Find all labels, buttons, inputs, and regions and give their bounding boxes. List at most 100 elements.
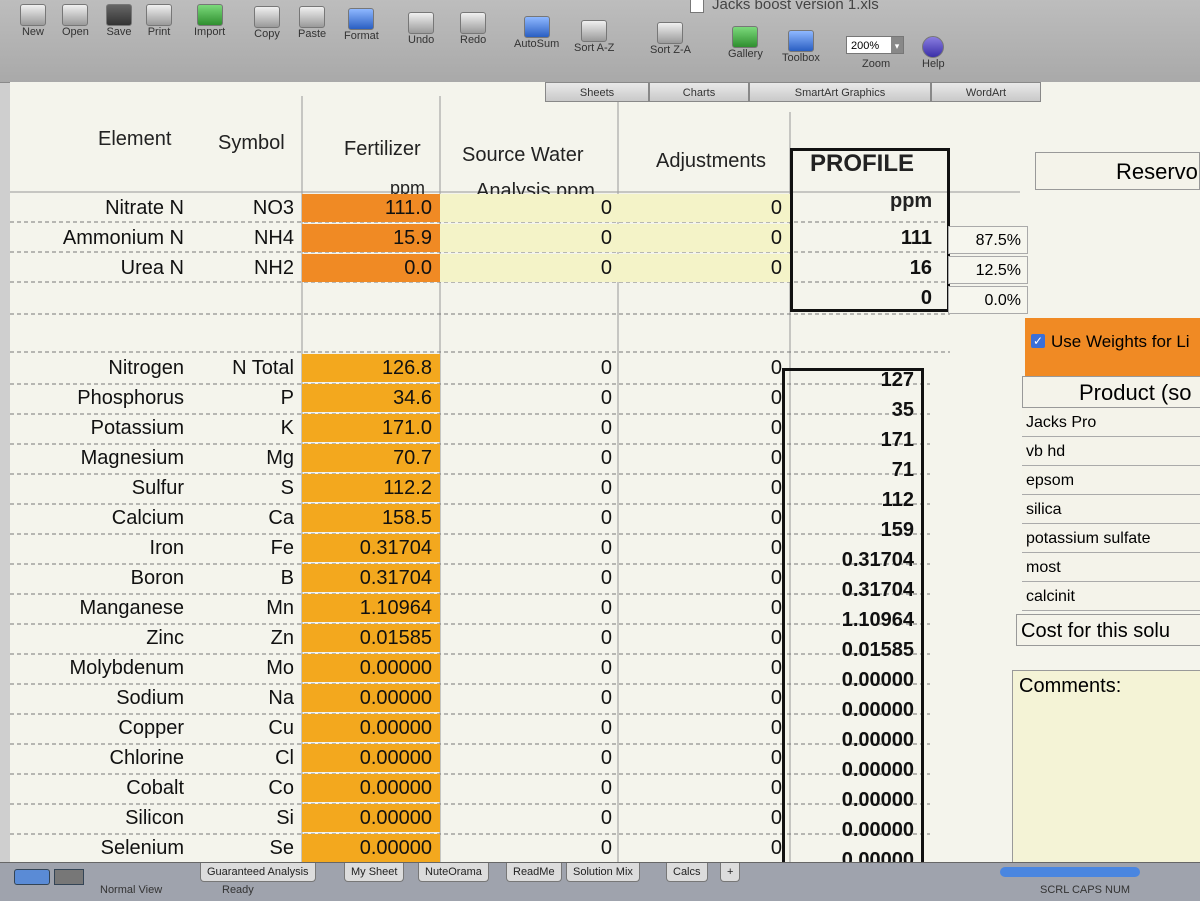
element-symbol[interactable]: Mn — [190, 594, 300, 622]
profile-ppm-cell[interactable]: 0 — [790, 284, 940, 312]
source-water-cell[interactable]: 0 — [440, 834, 618, 862]
fertilizer-ppm-cell[interactable]: 0.00000 — [302, 714, 440, 742]
fertilizer-ppm-cell[interactable]: 126.8 — [302, 354, 440, 382]
sort-az-button[interactable]: Sort A-Z — [574, 20, 614, 54]
adjustment-cell[interactable]: 0 — [618, 474, 790, 502]
page-layout-icon[interactable] — [54, 869, 84, 885]
paste-button[interactable]: Paste — [298, 6, 326, 40]
adjustment-cell[interactable]: 0 — [618, 224, 790, 252]
element-name[interactable]: Silicon — [10, 804, 190, 832]
fertilizer-ppm-cell[interactable]: 0.00000 — [302, 744, 440, 772]
element-symbol[interactable]: P — [190, 384, 300, 412]
adjustment-cell[interactable]: 0 — [618, 534, 790, 562]
percent-cell[interactable]: 87.5% — [948, 226, 1028, 254]
source-water-cell[interactable]: 0 — [440, 594, 618, 622]
adjustment-cell[interactable]: 0 — [618, 744, 790, 772]
fertilizer-ppm-cell[interactable]: 1.10964 — [302, 594, 440, 622]
element-name[interactable]: Boron — [10, 564, 190, 592]
profile-ppm-cell[interactable]: 0.31704 — [782, 546, 922, 574]
profile-ppm-cell[interactable]: 0.00000 — [782, 816, 922, 844]
source-water-cell[interactable]: 0 — [440, 744, 618, 772]
source-water-cell[interactable]: 0 — [440, 564, 618, 592]
element-name[interactable]: Calcium — [10, 504, 190, 532]
zoom-select[interactable]: 200% ▾ — [846, 36, 904, 54]
profile-ppm-cell[interactable]: 0.31704 — [782, 576, 922, 604]
import-button[interactable]: Import — [194, 4, 225, 38]
element-name[interactable]: Zinc — [10, 624, 190, 652]
adjustment-cell[interactable]: 0 — [618, 564, 790, 592]
adjustment-cell[interactable]: 0 — [618, 774, 790, 802]
fertilizer-ppm-cell[interactable]: 111.0 — [302, 194, 440, 222]
sheet-tab[interactable]: NuteOrama — [418, 863, 489, 882]
adjustment-cell[interactable]: 0 — [618, 414, 790, 442]
checkbox-icon[interactable]: ✓ — [1031, 334, 1045, 348]
adjustment-cell[interactable]: 0 — [618, 504, 790, 532]
element-name[interactable]: Magnesium — [10, 444, 190, 472]
profile-ppm-cell[interactable]: 71 — [782, 456, 922, 484]
profile-ppm-cell[interactable]: 0.00000 — [782, 756, 922, 784]
element-symbol[interactable]: B — [190, 564, 300, 592]
percent-cell[interactable]: 12.5% — [948, 256, 1028, 284]
element-name[interactable]: Chlorine — [10, 744, 190, 772]
element-name[interactable]: Iron — [10, 534, 190, 562]
source-water-cell[interactable]: 0 — [440, 804, 618, 832]
profile-ppm-cell[interactable]: 1.10964 — [782, 606, 922, 634]
save-button[interactable]: Save — [106, 4, 132, 38]
horizontal-scrollbar[interactable] — [1000, 867, 1140, 877]
fertilizer-ppm-cell[interactable]: 0.01585 — [302, 624, 440, 652]
sheet-tab[interactable]: + — [720, 863, 741, 882]
fertilizer-ppm-cell[interactable]: 15.9 — [302, 224, 440, 252]
adjustment-cell[interactable]: 0 — [618, 194, 790, 222]
fertilizer-ppm-cell[interactable]: 0.00000 — [302, 774, 440, 802]
element-name[interactable]: Ammonium N — [10, 224, 190, 252]
fertilizer-ppm-cell[interactable]: 0.00000 — [302, 684, 440, 712]
adjustment-cell[interactable]: 0 — [618, 254, 790, 282]
sheet-tab[interactable]: Calcs — [666, 863, 708, 882]
element-symbol[interactable]: NO3 — [190, 194, 300, 222]
element-name[interactable]: Selenium — [10, 834, 190, 862]
source-water-cell[interactable]: 0 — [440, 714, 618, 742]
sheet-tab[interactable]: Guaranteed Analysis — [200, 863, 316, 882]
profile-ppm-cell[interactable]: 0.00000 — [782, 726, 922, 754]
element-symbol[interactable]: Fe — [190, 534, 300, 562]
sort-za-button[interactable]: Sort Z-A — [650, 22, 691, 56]
element-symbol[interactable]: Mo — [190, 654, 300, 682]
fertilizer-ppm-cell[interactable]: 0.00000 — [302, 804, 440, 832]
element-symbol[interactable]: Ca — [190, 504, 300, 532]
element-name[interactable]: Sodium — [10, 684, 190, 712]
adjustment-cell[interactable]: 0 — [618, 444, 790, 472]
element-symbol[interactable]: Cu — [190, 714, 300, 742]
source-water-cell[interactable]: 0 — [440, 254, 618, 282]
element-name[interactable]: Nitrogen — [10, 354, 190, 382]
profile-ppm-cell[interactable]: 0.00000 — [782, 786, 922, 814]
adjustment-cell[interactable]: 0 — [618, 594, 790, 622]
product-item[interactable]: calcinit — [1022, 582, 1200, 611]
element-name[interactable]: Sulfur — [10, 474, 190, 502]
profile-ppm-cell[interactable]: 0.01585 — [782, 636, 922, 664]
element-symbol[interactable]: N Total — [190, 354, 300, 382]
element-symbol[interactable]: S — [190, 474, 300, 502]
profile-ppm-cell[interactable]: 0.00000 — [782, 666, 922, 694]
sheet-tab[interactable]: ReadMe — [506, 863, 562, 882]
product-item[interactable]: potassium sulfate — [1022, 524, 1200, 553]
profile-ppm-cell[interactable]: 0.00000 — [782, 696, 922, 724]
profile-ppm-cell[interactable]: 112 — [782, 486, 922, 514]
source-water-cell[interactable]: 0 — [440, 534, 618, 562]
profile-ppm-cell[interactable]: 159 — [782, 516, 922, 544]
format-button[interactable]: Format — [344, 8, 379, 42]
sheet-tab[interactable]: Solution Mix — [566, 863, 640, 882]
fertilizer-ppm-cell[interactable]: 0.00000 — [302, 654, 440, 682]
fertilizer-ppm-cell[interactable]: 0.31704 — [302, 564, 440, 592]
open-button[interactable]: Open — [62, 4, 89, 38]
product-item[interactable]: vb hd — [1022, 437, 1200, 466]
element-symbol[interactable]: Mg — [190, 444, 300, 472]
adjustment-cell[interactable]: 0 — [618, 624, 790, 652]
comments-box[interactable]: Comments: — [1012, 670, 1200, 862]
element-symbol[interactable]: K — [190, 414, 300, 442]
toolbox-button[interactable]: Toolbox — [782, 30, 820, 64]
tab-smartart[interactable]: SmartArt Graphics — [749, 82, 931, 102]
normal-view-icon[interactable] — [14, 869, 50, 885]
new-button[interactable]: New — [20, 4, 46, 38]
element-symbol[interactable]: NH4 — [190, 224, 300, 252]
source-water-cell[interactable]: 0 — [440, 224, 618, 252]
